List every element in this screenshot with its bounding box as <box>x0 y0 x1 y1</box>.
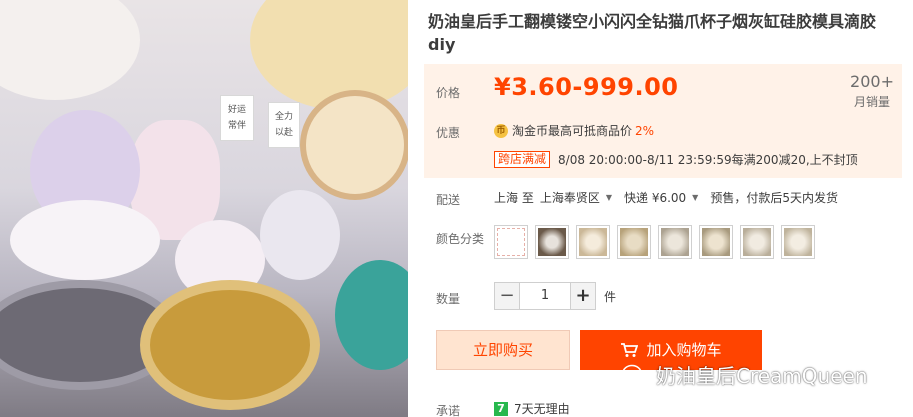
color-swatch[interactable] <box>494 225 528 259</box>
color-label: 颜色分类 <box>436 232 485 246</box>
quantity-input[interactable]: 1 <box>520 282 570 310</box>
image-clock-shape <box>300 90 408 200</box>
product-page: 好运 常伴 全力 以赴 奶油皇后手工翻模镂空小闪闪全钻猫爪杯子烟灰缸硅胶模具滴胶… <box>0 0 913 417</box>
chevron-down-icon[interactable]: ▼ <box>606 193 612 202</box>
shipping-row: 上海 至 上海奉贤区 ▼ 快递 ¥6.00 ▼ 预售，付款后5天内发货 <box>494 189 838 206</box>
price-label: 价格 <box>436 86 461 100</box>
image-tray-teal <box>335 260 408 370</box>
swatch-image <box>743 228 771 256</box>
image-card-effort: 全力 以赴 <box>268 102 300 148</box>
swatch-image <box>538 228 566 256</box>
promotion-label: 优惠 <box>436 126 461 140</box>
coin-percent: 2% <box>635 123 655 138</box>
quantity-unit: 件 <box>604 289 617 304</box>
product-title: 奶油皇后手工翻模镂空小闪闪全钻猫爪杯子烟灰缸硅胶模具滴胶diy <box>428 12 877 54</box>
color-swatch[interactable] <box>740 225 774 259</box>
seven-day-badge-icon: 7 <box>494 401 508 416</box>
swatch-image <box>620 228 648 256</box>
promo-detail: 8/08 20:00:00-8/11 23:59:59每满200减20,上不封顶 <box>558 153 858 167</box>
promise-row: 7 7天无理由 <box>494 400 570 417</box>
quantity-minus-button[interactable]: − <box>494 282 520 310</box>
image-bg-shape <box>0 0 140 100</box>
shipping-label: 配送 <box>436 193 461 207</box>
quantity-plus-button[interactable]: + <box>570 282 596 310</box>
swatch-image <box>497 228 525 256</box>
color-swatch[interactable] <box>535 225 569 259</box>
watermark: 奶油皇后CreamQueen <box>622 360 868 389</box>
cross-store-promo: 跨店满减 8/08 20:00:00-8/11 23:59:59每满200减20… <box>494 151 858 168</box>
monthly-sales: 200+ 月销量 <box>850 72 894 110</box>
ship-from: 上海 至 <box>494 191 534 205</box>
cart-icon <box>621 343 639 357</box>
price-box: 价格 ¥3.60-999.00 200+ 月销量 优惠 币 淘金币最高可抵商品价… <box>424 64 902 178</box>
sales-unit: 月销量 <box>854 95 891 109</box>
ship-note: 预售，付款后5天内发货 <box>710 191 838 205</box>
quantity-stepper: − 1 + 件 <box>494 282 616 310</box>
cross-store-tag[interactable]: 跨店满减 <box>494 151 551 168</box>
wechat-icon <box>622 364 648 384</box>
coin-text: 淘金币最高可抵商品价 <box>512 124 633 138</box>
color-swatch-list <box>494 225 822 259</box>
product-info-panel: 奶油皇后手工翻模镂空小闪闪全钻猫爪杯子烟灰缸硅胶模具滴胶diy 价格 ¥3.60… <box>424 0 913 417</box>
ship-to-select[interactable]: 上海奉贤区 <box>540 189 600 206</box>
swatch-image <box>579 228 607 256</box>
color-swatch[interactable] <box>576 225 610 259</box>
image-card-luck: 好运 常伴 <box>220 95 254 141</box>
image-box-shape <box>10 200 160 280</box>
color-swatch[interactable] <box>617 225 651 259</box>
chevron-down-icon[interactable]: ▼ <box>692 193 698 202</box>
swatch-image <box>702 228 730 256</box>
image-tray-gold <box>140 280 320 410</box>
product-main-image[interactable]: 好运 常伴 全力 以赴 <box>0 0 408 417</box>
image-globe-shape <box>260 190 340 280</box>
taojin-coin-offer: 币 淘金币最高可抵商品价 2% <box>494 122 654 139</box>
swatch-image <box>784 228 812 256</box>
promise-text[interactable]: 7天无理由 <box>514 400 570 417</box>
color-swatch[interactable] <box>658 225 692 259</box>
sales-count: 200+ <box>850 72 894 91</box>
color-swatch[interactable] <box>699 225 733 259</box>
watermark-text: 奶油皇后CreamQueen <box>656 364 868 388</box>
color-swatch[interactable] <box>781 225 815 259</box>
quantity-label: 数量 <box>436 292 461 306</box>
ship-fee-select[interactable]: 快递 ¥6.00 <box>624 189 686 206</box>
buy-now-button[interactable]: 立即购买 <box>436 330 570 370</box>
swatch-image <box>661 228 689 256</box>
price-value: ¥3.60-999.00 <box>494 73 679 101</box>
image-flower-shape <box>250 0 408 110</box>
coin-icon: 币 <box>494 123 508 138</box>
promise-label: 承诺 <box>436 404 461 417</box>
